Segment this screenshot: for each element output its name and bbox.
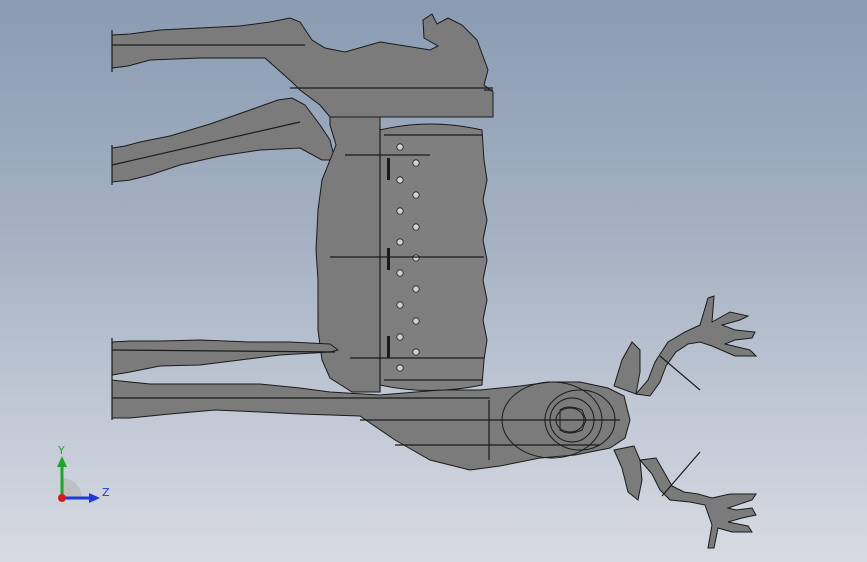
z-arrowhead-icon [89, 493, 100, 503]
triad-plane-icon [62, 478, 82, 498]
coordinate-triad: Y Z [40, 440, 120, 515]
y-axis-label: Y [57, 444, 65, 457]
graphics-viewport[interactable]: Y Z [0, 0, 867, 562]
rump-panel[interactable] [111, 13, 494, 118]
y-arrowhead-icon [57, 456, 67, 467]
neck-head-panel[interactable] [111, 379, 631, 471]
antler-lower[interactable] [639, 457, 757, 549]
x-axis-dot-icon [58, 494, 66, 502]
antler-upper[interactable] [635, 295, 758, 397]
z-axis-label: Z [102, 486, 110, 499]
ear-shape-lower[interactable] [613, 445, 643, 501]
front-leg-1[interactable] [111, 339, 340, 376]
reindeer-model[interactable] [0, 0, 867, 562]
ear-shape[interactable] [613, 341, 641, 395]
